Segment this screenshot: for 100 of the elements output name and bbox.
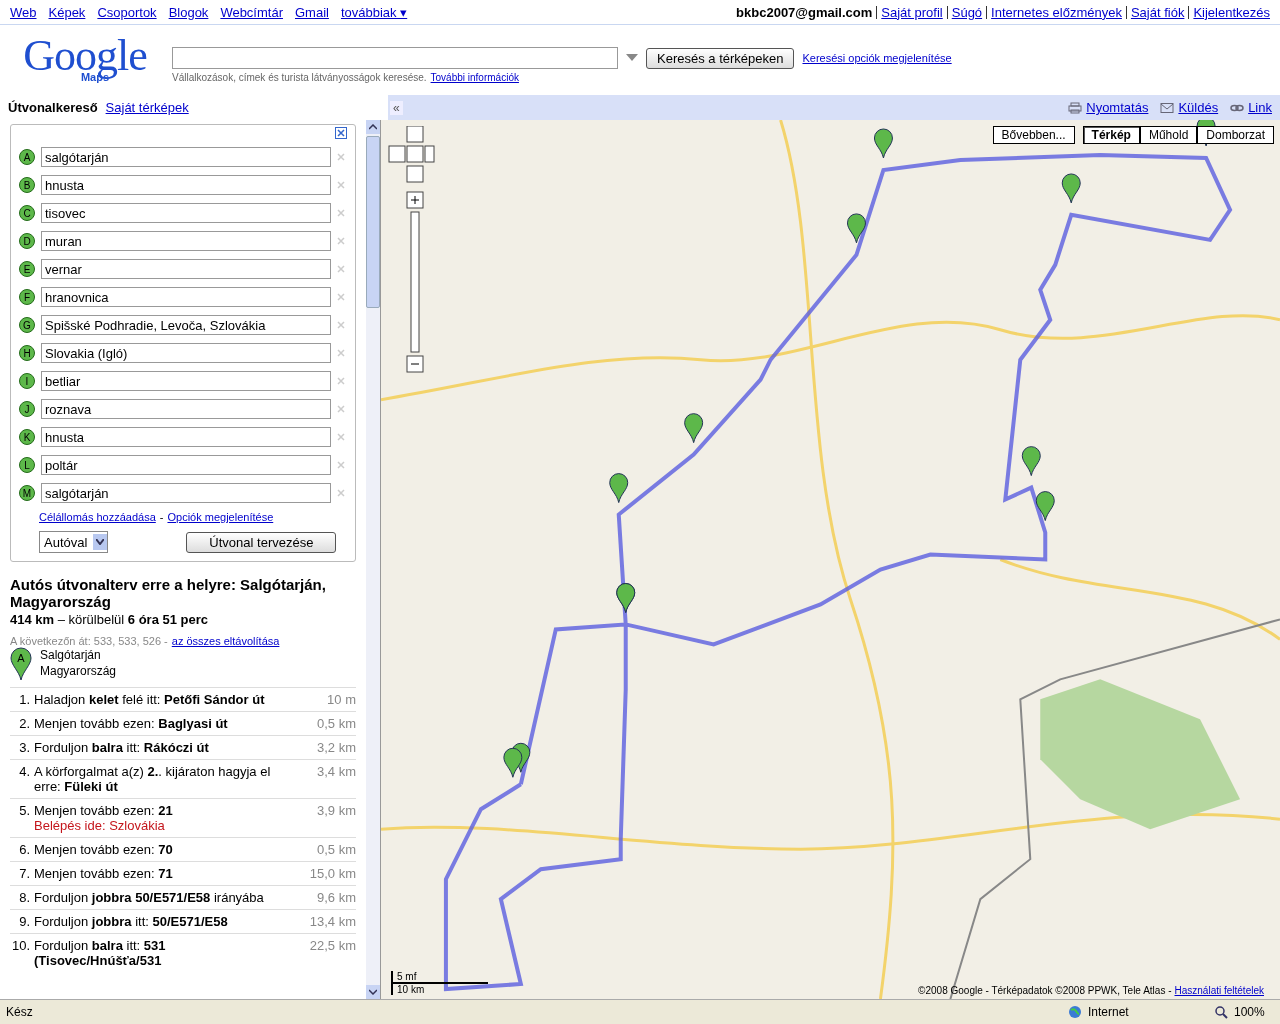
waypoint-field[interactable]: betliar [41,371,331,391]
step-distance: 10 m [326,692,356,707]
mode-select[interactable]: Autóval [39,531,109,553]
waypoint-marker: C [19,205,35,221]
waypoint-marker: I [19,373,35,389]
map-pin-icon: A [10,647,32,681]
search-field[interactable] [172,47,618,69]
close-button[interactable] [335,127,347,139]
waypoint-field[interactable]: roznava [41,399,331,419]
map-action-link[interactable]: Nyomtatás [1086,100,1149,115]
add-destination-link[interactable]: Célállomás hozzáadása [39,511,156,523]
zoom-level[interactable]: 100% [1228,1005,1280,1019]
caret-icon[interactable] [626,54,638,62]
waypoint-marker: M [19,485,35,501]
plan-route-button[interactable]: Útvonal tervezése [186,531,337,553]
more-info-link[interactable]: További információk [430,72,519,83]
waypoint-field[interactable]: salgótarján [41,483,331,503]
waypoint-marker: D [19,233,35,249]
nav-link[interactable]: Csoportok [97,4,157,20]
step-number: 3. [18,740,31,755]
user-email: bkbc2007@gmail.com [736,4,873,20]
remove-icon[interactable] [337,293,345,301]
remove-icon[interactable] [337,405,345,413]
step-text: Forduljon jobbra itt: 50/E571/E58 [34,914,228,929]
step-distance: 3,9 km [316,803,356,820]
account-link[interactable]: Súgó [951,4,983,20]
remove-icon[interactable] [337,321,345,329]
waypoint-field[interactable]: muran [41,231,331,251]
map-action-link[interactable]: Link [1248,100,1272,115]
account-link[interactable]: Internetes előzmények [991,4,1122,20]
copyright-text: ©2008 Google - Térképadatok ©2008 PPWK, Tele Atlas - [918,985,1172,996]
remove-icon[interactable] [337,377,345,385]
step-number: 10. [10,938,31,955]
step-text: Forduljon jobbra 50/E571/E58 irányába [34,890,264,905]
tab[interactable]: Útvonalkereső [8,100,98,115]
collapse-button[interactable]: « [390,100,403,115]
account-link[interactable]: Kijelentkezés [1193,4,1270,20]
remove-icon[interactable] [337,489,345,497]
remove-icon[interactable] [337,181,345,189]
step-distance: 0,5 km [316,716,356,731]
more-link[interactable]: továbbiak ▾ [340,4,408,20]
step-number: 7. [18,866,31,881]
scroll-up-icon[interactable] [369,124,377,130]
remove-all-link[interactable]: az összes eltávolítása [171,635,280,647]
waypoint-field[interactable]: Slovakia (Igló) [41,343,331,363]
globe-icon [1068,1005,1082,1019]
waypoint-marker: J [19,401,35,417]
scrollbar[interactable] [366,120,380,999]
step-number: 5. [18,803,31,820]
step-text: Menjen tovább ezen: Baglyasi út [34,716,228,731]
remove-icon[interactable] [337,461,345,469]
search-options-link[interactable]: Keresési opciók megjelenítése [802,52,952,64]
terms-link[interactable]: Használati feltételek [1174,985,1264,996]
remove-icon[interactable] [337,265,345,273]
zoom-icon [1214,1005,1228,1019]
printer-icon[interactable] [1068,101,1083,114]
waypoint-field[interactable]: tisovec [41,203,331,223]
waypoint-marker: H [19,345,35,361]
scale-bar: 5 mf 10 km [391,971,488,995]
show-options-link[interactable]: Opciók megjelenítése [167,511,274,523]
waypoint-field[interactable]: salgótarján [41,147,331,167]
step-distance: 0,5 km [316,842,356,857]
tab[interactable]: Saját térképek [105,100,189,115]
map-type-button[interactable]: Domborzat [1197,126,1274,144]
waypoint-field[interactable]: hnusta [41,175,331,195]
remove-icon[interactable] [337,237,345,245]
nav-link[interactable]: Blogok [168,4,209,20]
waypoint-field[interactable]: hranovnica [41,287,331,307]
account-link[interactable]: Saját profil [881,4,943,20]
step-number: 9. [18,914,31,929]
scroll-down-icon[interactable] [369,989,377,995]
step-distance: 3,2 km [316,740,356,755]
remove-icon[interactable] [337,433,345,441]
status-text: Kész [5,1005,34,1019]
waypoint-marker: E [19,261,35,277]
step-text: Menjen tovább ezen: 71 [34,866,173,881]
account-link[interactable]: Saját fiók [1130,4,1185,20]
nav-link[interactable]: Gmail [295,4,329,20]
map-view[interactable]: Bővebben... Térkép Műhold Domborzat 5 mf 10 km ©2008 Google - Térképadatok ©2008 PPWK, Tele Atlas - Használati feltételek [380,120,1280,999]
search-button[interactable]: Keresés a térképeken [646,47,795,69]
step-distance: 15,0 km [308,866,356,881]
remove-icon[interactable] [337,153,345,161]
map-type-button[interactable]: Térkép [1082,126,1140,144]
waypoint-marker: K [19,429,35,445]
remove-icon[interactable] [337,209,345,217]
nav-link[interactable]: Képek [48,4,86,20]
waypoint-field[interactable]: Spišské Podhradie, Levoča, Szlovákia [41,315,331,335]
nav-link[interactable]: Webcímtár [220,4,283,20]
waypoint-field[interactable]: hnusta [41,427,331,447]
more-button[interactable]: Bővebben... [992,126,1075,144]
map-action-link[interactable]: Küldés [1178,100,1219,115]
map-type-button[interactable]: Műhold [1139,126,1198,144]
zoom-control-drawing[interactable] [387,126,435,376]
waypoint-field[interactable]: vernar [41,259,331,279]
waypoint-marker: G [19,317,35,333]
nav-link[interactable]: Web [10,4,37,20]
envelope-icon[interactable] [1160,101,1175,114]
scroll-thumb[interactable] [366,136,380,308]
waypoint-field[interactable]: poltár [41,455,331,475]
remove-icon[interactable] [337,349,345,357]
